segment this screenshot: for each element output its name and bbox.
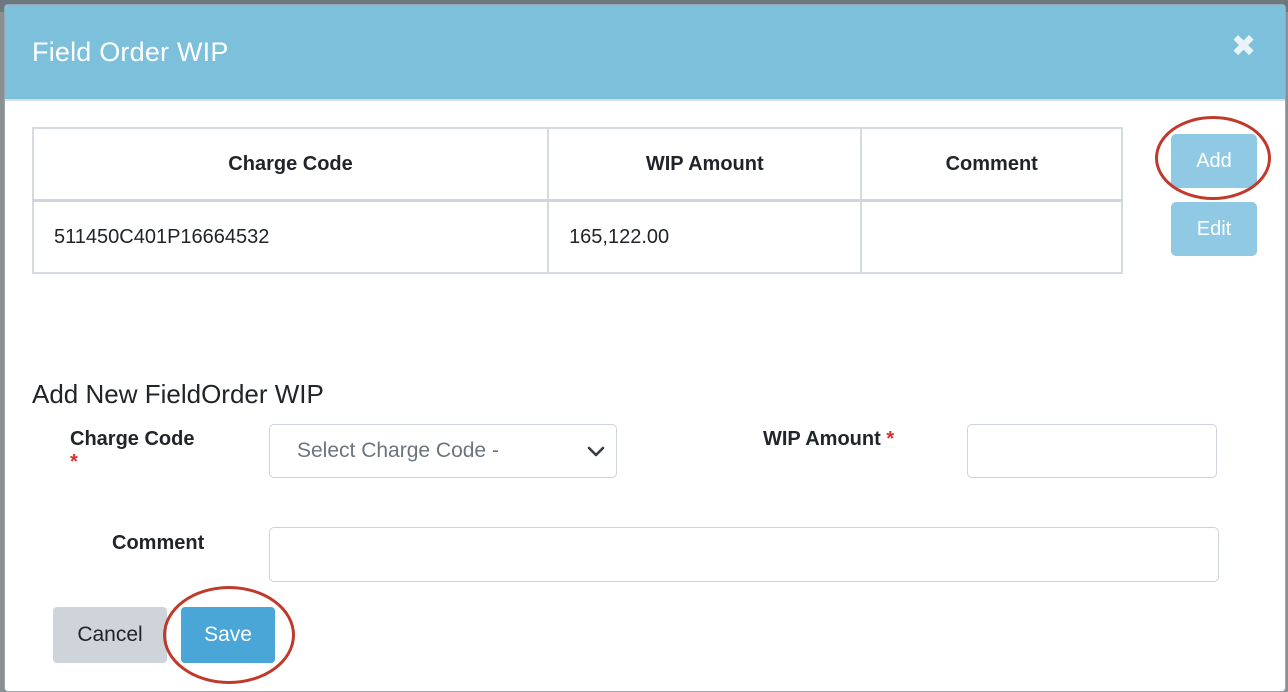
comment-label: Comment: [112, 532, 205, 554]
cancel-button[interactable]: Cancel: [53, 607, 167, 663]
modal-title: Field Order WIP: [32, 37, 229, 67]
comment-input[interactable]: [269, 527, 1219, 582]
charge-code-select-placeholder: Select Charge Code -: [297, 439, 499, 462]
chevron-down-icon: [587, 446, 605, 457]
wip-amount-label: WIP Amount *: [763, 428, 894, 451]
wip-amount-label-text: WIP Amount: [763, 428, 881, 450]
section-title: Add New FieldOrder WIP: [32, 379, 324, 409]
required-marker: *: [886, 428, 895, 450]
field-order-wip-modal: Field Order WIP ✖ Charge Code WIP Amount…: [4, 4, 1286, 692]
cell-comment: [860, 199, 1123, 274]
charge-code-label: Charge Code *: [70, 428, 194, 474]
cell-wip-amount: 165,122.00: [547, 199, 863, 274]
column-header-comment: Comment: [860, 127, 1123, 202]
column-header-charge-code: Charge Code: [31, 127, 550, 202]
edit-button[interactable]: Edit: [1171, 202, 1257, 256]
close-icon[interactable]: ✖: [1231, 32, 1256, 62]
cell-charge-code: 511450C401P16664532: [31, 199, 550, 274]
charge-code-label-text: Charge Code: [70, 428, 195, 450]
wip-table: Charge Code WIP Amount Comment 511450C40…: [31, 127, 1123, 274]
wip-amount-input[interactable]: [967, 424, 1217, 478]
table-header-row: Charge Code WIP Amount Comment: [31, 127, 1123, 202]
add-button[interactable]: Add: [1171, 134, 1257, 188]
column-header-wip-amount: WIP Amount: [547, 127, 863, 202]
required-marker: *: [70, 451, 78, 473]
charge-code-select[interactable]: Select Charge Code -: [269, 424, 617, 478]
save-button[interactable]: Save: [181, 607, 275, 663]
table-row[interactable]: 511450C401P16664532 165,122.00: [31, 199, 1123, 274]
modal-header: Field Order WIP ✖: [5, 5, 1285, 101]
